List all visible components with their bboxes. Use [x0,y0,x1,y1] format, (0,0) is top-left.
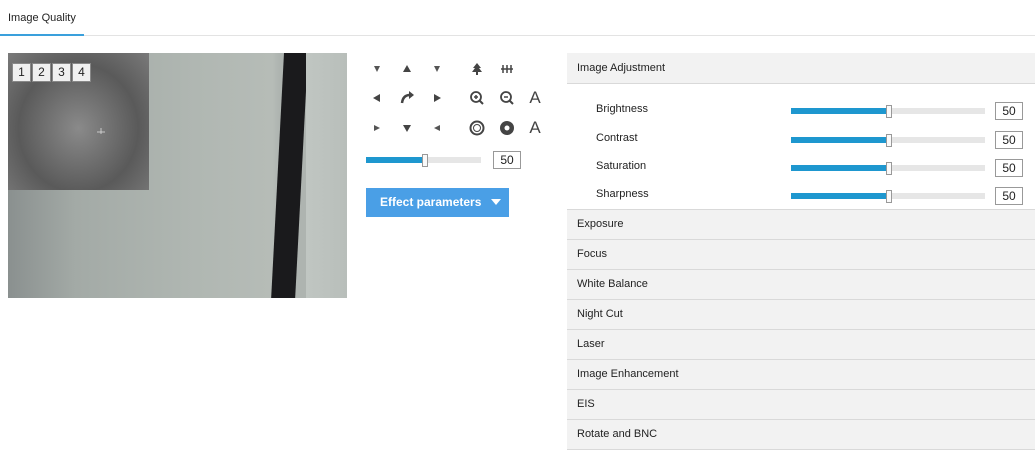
effect-parameters-label: Effect parameters [380,195,482,209]
ptz-speed-fill [366,157,424,163]
pip-button-group: 1 2 3 4 [12,63,92,82]
brightness-row: Brightness 50 [567,101,1035,121]
arrow-right-icon[interactable] [426,87,448,109]
arrow-down-right-icon[interactable] [426,117,448,139]
crosshair-marker [95,128,107,134]
section-eis[interactable]: EIS [567,390,1035,420]
background-wall [306,53,347,298]
contrast-fill [791,137,888,143]
image-adjustment-body: Brightness 50 Contrast 50 Saturation 50 [567,84,1035,210]
auto-rotate-icon[interactable] [396,87,418,109]
section-white-balance[interactable]: White Balance [567,270,1035,300]
saturation-fill [791,165,888,171]
ptz-speed-thumb[interactable] [422,154,428,167]
video-preview[interactable]: 1 2 3 4 [8,53,347,298]
zoom-out-icon[interactable] [496,87,518,109]
arrow-up-icon[interactable] [396,58,418,80]
section-rotate-bnc[interactable]: Rotate and BNC [567,420,1035,450]
wiper-icon[interactable] [496,58,518,80]
chevron-down-icon[interactable] [491,199,501,205]
saturation-label: Saturation [596,160,647,172]
brightness-thumb[interactable] [886,105,892,118]
pip-button-3[interactable]: 3 [52,63,71,82]
saturation-thumb[interactable] [886,162,892,175]
section-image-adjustment[interactable]: Image Adjustment [567,53,1035,84]
tab-image-quality[interactable]: Image Quality [0,0,84,36]
brightness-label: Brightness [596,103,648,115]
saturation-row: Saturation 50 [567,158,1035,178]
pip-button-4[interactable]: 4 [72,63,91,82]
iris-open-icon[interactable] [466,117,488,139]
section-laser[interactable]: Laser [567,330,1035,360]
ptz-speed-value[interactable]: 50 [493,151,521,169]
sharpness-label: Sharpness [596,188,649,200]
saturation-value[interactable]: 50 [995,159,1023,177]
arrow-left-icon[interactable] [366,87,388,109]
tree-icon[interactable] [466,58,488,80]
arrow-down-icon[interactable] [396,117,418,139]
pip-button-1[interactable]: 1 [12,63,31,82]
contrast-slider[interactable] [791,134,985,147]
saturation-slider[interactable] [791,162,985,175]
section-image-enhancement[interactable]: Image Enhancement [567,360,1035,390]
sharpness-slider[interactable] [791,190,985,203]
sharpness-fill [791,193,888,199]
tab-bar: Image Quality [0,0,1035,36]
sharpness-value[interactable]: 50 [995,187,1023,205]
contrast-label: Contrast [596,132,638,144]
section-night-cut[interactable]: Night Cut [567,300,1035,330]
contrast-thumb[interactable] [886,134,892,147]
arrow-up-right-icon[interactable] [426,58,448,80]
auto-zoom-label[interactable]: A [524,87,546,109]
ptz-speed-slider[interactable] [366,154,481,167]
brightness-slider[interactable] [791,105,985,118]
iris-close-icon[interactable] [496,117,518,139]
contrast-row: Contrast 50 [567,130,1035,150]
auto-iris-label[interactable]: A [524,117,546,139]
arrow-down-left-icon[interactable] [366,117,388,139]
contrast-value[interactable]: 50 [995,131,1023,149]
sharpness-thumb[interactable] [886,190,892,203]
zoom-in-icon[interactable] [466,87,488,109]
settings-panel: Image Adjustment Brightness 50 Contrast … [567,53,1035,450]
section-focus[interactable]: Focus [567,240,1035,270]
pip-button-2[interactable]: 2 [32,63,51,82]
pip-preview[interactable]: 1 2 3 4 [8,53,149,190]
brightness-fill [791,108,888,114]
sharpness-row: Sharpness 50 [567,186,1035,206]
pole-shape [271,53,308,298]
effect-parameters-button[interactable]: Effect parameters [366,188,509,217]
arrow-up-left-icon[interactable] [366,58,388,80]
brightness-value[interactable]: 50 [995,102,1023,120]
section-exposure[interactable]: Exposure [567,210,1035,240]
